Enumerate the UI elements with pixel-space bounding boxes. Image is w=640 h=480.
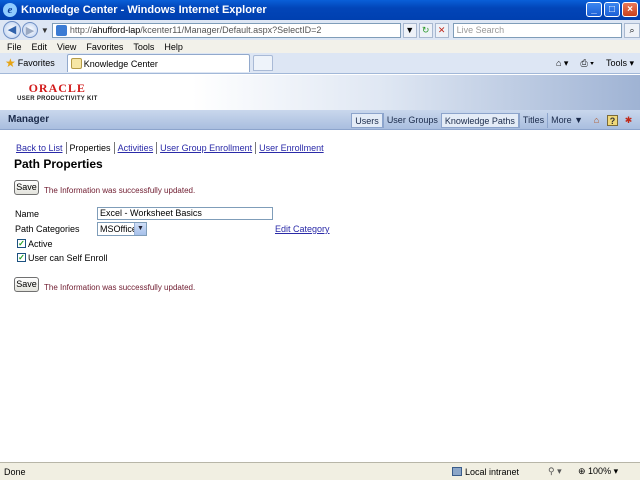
tab-knowledge-center[interactable]: Knowledge Center [66, 54, 250, 72]
zoom-level-button[interactable]: ⊕ 100% ▾ [578, 466, 618, 477]
logoff-icon[interactable]: ✱ [623, 115, 634, 126]
status-text: Done [4, 466, 26, 477]
intranet-zone-icon [452, 467, 462, 476]
name-label: Name [15, 209, 40, 219]
manager-nav: Users User Groups Knowledge Paths Titles… [351, 111, 634, 129]
nav-user-groups[interactable]: User Groups [382, 112, 441, 128]
nav-titles[interactable]: Titles [518, 112, 547, 128]
tools-label: Tools [605, 57, 627, 68]
manager-title: Manager [8, 114, 50, 125]
address-input[interactable]: http://ahufford-lap/kcenter11/Manager/De… [51, 22, 401, 38]
user-group-enrollment-link[interactable]: User Group Enrollment [160, 143, 252, 153]
favorites-star-icon: ★ [5, 56, 16, 70]
chevron-down-icon: ▼ [134, 223, 146, 235]
zoom-value: 100% [588, 466, 612, 476]
home-toolbar-icon[interactable]: ⌂ ▾ [556, 58, 568, 69]
back-to-list-link[interactable]: Back to List [16, 143, 63, 153]
refresh-icon[interactable]: ↻ [418, 22, 433, 38]
tools-menu-button[interactable]: Tools ▾ [606, 58, 634, 69]
user-enrollment-link[interactable]: User Enrollment [259, 143, 324, 153]
menu-edit[interactable]: Edit [32, 42, 48, 52]
url-host: ahufford-lap [92, 25, 141, 35]
app-header: ORACLE USER PRODUCTIVITY KIT [0, 75, 640, 110]
logo-subtext: USER PRODUCTIVITY KIT [17, 96, 98, 102]
back-arrow-icon[interactable]: ◀ [3, 21, 21, 39]
nav-users[interactable]: Users [351, 112, 383, 128]
logo-text: ORACLE [28, 81, 86, 95]
subnav-divider [65, 142, 67, 154]
subnav: Back to List Properties Activities User … [16, 142, 324, 154]
history-dropdown-icon[interactable]: ▼ [41, 26, 49, 35]
success-message-bottom: The Information was successfully updated… [44, 283, 196, 292]
print-icon[interactable]: ⎙ ▾ [580, 58, 593, 69]
zone-label: Local intranet [465, 466, 520, 477]
menu-help[interactable]: Help [164, 42, 183, 52]
edit-category-link[interactable]: Edit Category [275, 224, 330, 234]
home-icon[interactable]: ⌂ [591, 115, 602, 126]
save-button-bottom[interactable]: Save [14, 277, 39, 292]
minimize-button[interactable]: _ [586, 2, 602, 17]
help-icon[interactable]: ? [607, 114, 618, 126]
activities-link[interactable]: Activities [118, 143, 154, 153]
self-enroll-checkbox[interactable]: ✓ [17, 253, 26, 262]
menu-view[interactable]: View [57, 42, 76, 52]
stop-icon[interactable]: ✕ [434, 22, 449, 38]
window-title-bar: e Knowledge Center - Windows Internet Ex… [0, 0, 640, 20]
nav-more[interactable]: More ▼ [547, 112, 586, 128]
name-field[interactable]: Excel - Worksheet Basics [97, 207, 273, 220]
tab-bar: ★ Favorites Knowledge Center ⌂ ▾ ⎙ ▾ Too… [0, 53, 640, 74]
favorites-button[interactable]: ★ Favorites [5, 56, 55, 70]
forward-arrow-icon[interactable]: ▶ [21, 22, 38, 38]
self-enroll-label: User can Self Enroll [28, 253, 108, 263]
oracle-upk-logo: ORACLE USER PRODUCTIVITY KIT [17, 82, 98, 102]
window-title: Knowledge Center - Windows Internet Expl… [21, 4, 267, 16]
menu-bar: File Edit View Favorites Tools Help [0, 40, 640, 53]
security-zone: Local intranet [452, 467, 519, 477]
subnav-divider [255, 142, 257, 154]
new-tab-button[interactable] [252, 55, 273, 71]
main-content: Back to List Properties Activities User … [0, 131, 640, 462]
close-button[interactable]: × [622, 2, 638, 17]
manager-bar: Manager Users User Groups Knowledge Path… [0, 110, 640, 130]
maximize-button[interactable]: □ [604, 2, 620, 17]
success-message-top: The Information was successfully updated… [44, 186, 196, 195]
save-button-top[interactable]: Save [14, 180, 39, 195]
subnav-divider [113, 142, 115, 154]
search-placeholder: Live Search [456, 25, 505, 35]
page-tab-icon [70, 58, 82, 69]
address-toolbar: ◀ ▶ ▼ http://ahufford-lap/kcenter11/Mana… [0, 20, 640, 40]
tab-label: Knowledge Center [83, 58, 158, 69]
menu-favorites[interactable]: Favorites [86, 42, 123, 52]
subnav-divider [156, 142, 158, 154]
path-category-select[interactable]: MSOffice ▼ [97, 222, 147, 236]
active-checkbox[interactable]: ✓ [17, 239, 26, 248]
search-input[interactable]: Live Search [452, 22, 623, 38]
menu-tools[interactable]: Tools [133, 42, 154, 52]
page-title: Path Properties [14, 157, 103, 171]
page-favicon-icon [55, 24, 67, 36]
address-dropdown-icon[interactable]: ▼ [402, 22, 417, 38]
nav-knowledge-paths[interactable]: Knowledge Paths [440, 112, 519, 128]
ie-logo-icon: e [3, 3, 17, 17]
subnav-properties: Properties [69, 143, 111, 153]
url-prefix: http:// [69, 25, 93, 35]
menu-file[interactable]: File [7, 42, 22, 52]
favorites-label: Favorites [17, 58, 55, 68]
category-value: MSOffice [100, 224, 137, 234]
path-categories-label: Path Categories [15, 224, 80, 234]
protected-mode-icon[interactable]: ⚲ ▾ [548, 466, 562, 477]
url-path: /kcenter11/Manager/Default.aspx?SelectID… [140, 25, 322, 35]
status-bar: Done Local intranet ⚲ ▾ ⊕ 100% ▾ [0, 462, 640, 480]
active-label: Active [28, 239, 53, 249]
search-icon[interactable]: ⌕ [624, 22, 640, 38]
